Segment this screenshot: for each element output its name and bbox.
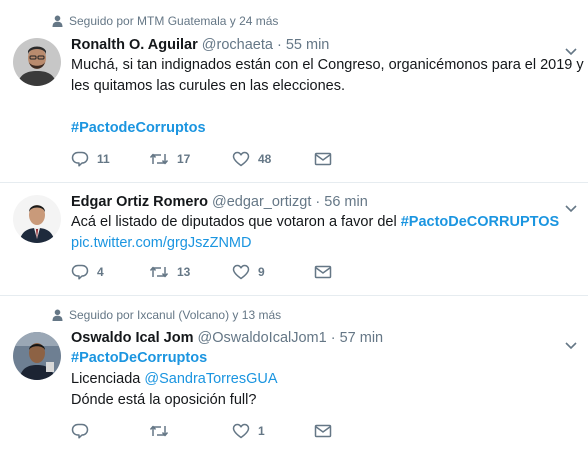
reply-count: 11 bbox=[97, 152, 110, 166]
tweet-text-line: les quitamos las curules en las eleccion… bbox=[71, 78, 346, 94]
retweet-icon bbox=[149, 153, 169, 165]
social-context: Seguido por MTM Guatemala y 24 más bbox=[52, 14, 278, 28]
tweet[interactable]: Seguido por MTM Guatemala y 24 más Ronal… bbox=[0, 0, 588, 183]
tweet-text: Muchá, si tan indignados están con el Co… bbox=[71, 55, 584, 139]
tweet-header: Oswaldo Ical Jom @OswaldoIcalJom1 · 57 m… bbox=[71, 330, 576, 346]
tweet[interactable]: Edgar Ortiz Romero @edgar_ortizgt · 56 m… bbox=[0, 183, 588, 296]
tweet-header: Ronalth O. Aguilar @rochaeta · 55 min bbox=[71, 37, 576, 53]
avatar[interactable] bbox=[13, 195, 61, 243]
reply-button[interactable]: 11 bbox=[71, 151, 149, 167]
like-count: 1 bbox=[258, 424, 265, 438]
reply-count: 4 bbox=[97, 265, 104, 279]
avatar[interactable] bbox=[13, 38, 61, 86]
like-button[interactable]: 9 bbox=[232, 264, 314, 280]
envelope-icon bbox=[314, 424, 332, 438]
user-handle[interactable]: @edgar_ortizgt bbox=[212, 194, 311, 210]
hashtag-link[interactable]: #PactoDeCorruptos bbox=[71, 348, 576, 369]
person-icon bbox=[52, 15, 63, 27]
separator-dot: · bbox=[315, 194, 321, 210]
reply-icon bbox=[71, 264, 89, 280]
social-context-text[interactable]: Seguido por Ixcanul (Volcano) y 13 más bbox=[69, 308, 281, 322]
like-button[interactable]: 1 bbox=[232, 423, 314, 439]
reply-icon bbox=[71, 423, 89, 439]
retweet-icon bbox=[149, 425, 169, 437]
reply-button[interactable]: 4 bbox=[71, 264, 149, 280]
tweet-header: Edgar Ortiz Romero @edgar_ortizgt · 56 m… bbox=[71, 194, 576, 210]
like-count: 48 bbox=[258, 152, 272, 166]
hashtag-link[interactable]: #PactodeCorruptos bbox=[71, 118, 576, 139]
heart-icon bbox=[232, 423, 250, 439]
hashtag-link[interactable]: #PactoDeCORRUPTOS bbox=[401, 214, 559, 230]
separator-dot: · bbox=[330, 330, 336, 346]
separator-dot: · bbox=[276, 37, 282, 53]
reply-icon bbox=[71, 151, 89, 167]
tweet[interactable]: Seguido por Ixcanul (Volcano) y 13 más O… bbox=[0, 296, 588, 451]
like-button[interactable]: 48 bbox=[232, 151, 314, 167]
media-link[interactable]: pic.twitter.com/grgJszZNMD bbox=[71, 233, 576, 254]
retweet-button[interactable]: 13 bbox=[149, 264, 232, 280]
tweet-text: #PactoDeCorruptos Licenciada @SandraTorr… bbox=[71, 348, 576, 411]
envelope-icon bbox=[314, 265, 332, 279]
social-context: Seguido por Ixcanul (Volcano) y 13 más bbox=[52, 308, 281, 322]
user-handle[interactable]: @OswaldoIcalJom1 bbox=[198, 330, 327, 346]
timestamp[interactable]: 55 min bbox=[286, 37, 330, 53]
direct-message-button[interactable] bbox=[314, 423, 332, 439]
timestamp[interactable]: 57 min bbox=[340, 330, 384, 346]
avatar[interactable] bbox=[13, 332, 61, 380]
display-name[interactable]: Ronalth O. Aguilar bbox=[71, 37, 198, 53]
tweet-text-line: Muchá, si tan indignados están con el Co… bbox=[71, 57, 584, 73]
retweet-count: 13 bbox=[177, 265, 191, 279]
like-count: 9 bbox=[258, 265, 265, 279]
social-context-text[interactable]: Seguido por MTM Guatemala y 24 más bbox=[69, 14, 278, 28]
display-name[interactable]: Oswaldo Ical Jom bbox=[71, 330, 194, 346]
heart-icon bbox=[232, 264, 250, 280]
timestamp[interactable]: 56 min bbox=[324, 194, 368, 210]
retweet-icon bbox=[149, 266, 169, 278]
direct-message-button[interactable] bbox=[314, 151, 332, 167]
retweet-count: 17 bbox=[177, 152, 191, 166]
envelope-icon bbox=[314, 152, 332, 166]
tweet-text-line: Licenciada bbox=[71, 371, 145, 387]
direct-message-button[interactable] bbox=[314, 264, 332, 280]
tweet-text: Acá el listado de diputados que votaron … bbox=[71, 212, 576, 254]
person-icon bbox=[52, 309, 63, 321]
user-handle[interactable]: @rochaeta bbox=[202, 37, 273, 53]
tweet-text-line: Dónde está la oposición full? bbox=[71, 392, 257, 408]
tweet-text-line: Acá el listado de diputados que votaron … bbox=[71, 214, 401, 230]
retweet-button[interactable] bbox=[149, 423, 232, 439]
reply-button[interactable] bbox=[71, 423, 149, 439]
display-name[interactable]: Edgar Ortiz Romero bbox=[71, 194, 208, 210]
heart-icon bbox=[232, 151, 250, 167]
retweet-button[interactable]: 17 bbox=[149, 151, 232, 167]
mention-link[interactable]: @SandraTorresGUA bbox=[144, 371, 277, 387]
